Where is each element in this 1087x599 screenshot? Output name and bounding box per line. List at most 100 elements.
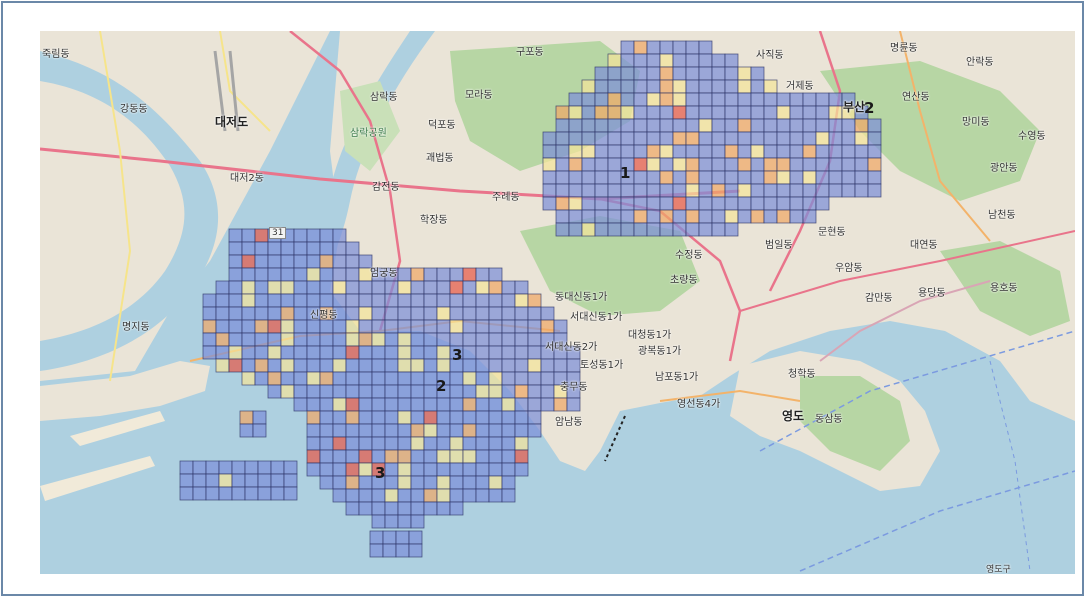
grid-cell [815, 118, 830, 133]
grid-cell [776, 196, 791, 211]
grid-cell [241, 241, 256, 256]
grid-cell [293, 228, 308, 243]
grid-cell [698, 40, 713, 55]
grid-cell [436, 449, 451, 464]
grid-cell [267, 306, 282, 321]
grid-cell [711, 66, 726, 81]
map-canvas[interactable]: 죽림동 강동동 대저도 대저2동 구포동 삼락동 모라동 삼락공원 덕포동 괘법… [40, 31, 1075, 574]
grid-cell [267, 319, 282, 334]
grid-cell [685, 105, 700, 120]
grid-cell [488, 488, 503, 503]
grid-cell [358, 436, 373, 451]
grid-cell [488, 449, 503, 464]
grid-cell [345, 358, 360, 373]
grid-cell [332, 267, 347, 282]
grid-cell [501, 436, 516, 451]
grid-cell [462, 332, 477, 347]
grid-cell [397, 332, 412, 347]
grid-cell [659, 183, 674, 198]
grid-cell [646, 131, 661, 146]
grid-cell [620, 53, 635, 68]
grid-cell [241, 306, 256, 321]
grid-cell [371, 293, 386, 308]
grid-cell [215, 306, 230, 321]
grid-cell [410, 358, 425, 373]
grid-cell [633, 92, 648, 107]
grid-cell [319, 410, 334, 425]
grid-cell [527, 358, 542, 373]
grid-cell [711, 79, 726, 94]
grid-cell [527, 384, 542, 399]
grid-cell [607, 222, 622, 237]
grid-cell [711, 157, 726, 172]
grid-cell [449, 384, 464, 399]
label-suyeongdong: 수영동 [1018, 131, 1046, 142]
grid-cell [345, 306, 360, 321]
grid-cell [542, 131, 557, 146]
grid-cell [488, 384, 503, 399]
grid-cell [280, 267, 295, 282]
grid-cell [358, 397, 373, 412]
grid-cell [568, 157, 583, 172]
grid-cell [475, 332, 490, 347]
grid-cell [789, 105, 804, 120]
grid-cell [828, 170, 843, 185]
grid-cell [293, 319, 308, 334]
grid-cell [633, 157, 648, 172]
grid-cell [620, 222, 635, 237]
grid-cell [514, 462, 529, 477]
figure-frame: 죽림동 강동동 대저도 대저2동 구포동 삼락동 모라동 삼락공원 덕포동 괘법… [1, 1, 1084, 596]
grid-cell [371, 436, 386, 451]
grid-cell [620, 196, 635, 211]
grid-cell [542, 144, 557, 159]
grid-cell [436, 280, 451, 295]
grid-cell [581, 157, 596, 172]
grid-cell [594, 157, 609, 172]
grid-cell [633, 131, 648, 146]
grid-cell [568, 196, 583, 211]
grid-cell [371, 358, 386, 373]
grid-cell [789, 170, 804, 185]
grid-cell [202, 293, 217, 308]
grid-cell [423, 306, 438, 321]
grid-cell [867, 157, 882, 172]
label-amnam: 암남동 [555, 417, 583, 428]
grid-cell [555, 183, 570, 198]
grid-cell [542, 183, 557, 198]
grid-cell [514, 384, 529, 399]
grid-cell [410, 397, 425, 412]
grid-cell [501, 371, 516, 386]
grid-cell [737, 196, 752, 211]
grid-cell [371, 319, 386, 334]
grid-cell [423, 319, 438, 334]
grid-cell [685, 144, 700, 159]
grid-cell [646, 222, 661, 237]
grid-cell [215, 332, 230, 347]
grid-cell [252, 410, 267, 425]
grid-cell [202, 345, 217, 360]
label-dongdaesin1: 동대신동1가 [555, 292, 608, 303]
grid-cell [267, 254, 282, 269]
grid-cell [410, 410, 425, 425]
grid-cell [750, 79, 765, 94]
grid-cell [293, 293, 308, 308]
grid-cell [241, 319, 256, 334]
grid-cell [711, 183, 726, 198]
grid-cell [345, 345, 360, 360]
grid-cell [711, 222, 726, 237]
label-toseong1: 토성동1가 [580, 360, 624, 371]
grid-cell [332, 280, 347, 295]
grid-cell [672, 170, 687, 185]
grid-cell [685, 131, 700, 146]
grid-cell [815, 131, 830, 146]
grid-cell [620, 105, 635, 120]
grid-cell [527, 345, 542, 360]
grid-cell [711, 144, 726, 159]
grid-cell [672, 79, 687, 94]
grid-cell [449, 436, 464, 451]
grid-cell [540, 319, 555, 334]
grid-cell [568, 183, 583, 198]
grid-cell [815, 105, 830, 120]
grid-cell [724, 131, 739, 146]
grid-cell [475, 397, 490, 412]
